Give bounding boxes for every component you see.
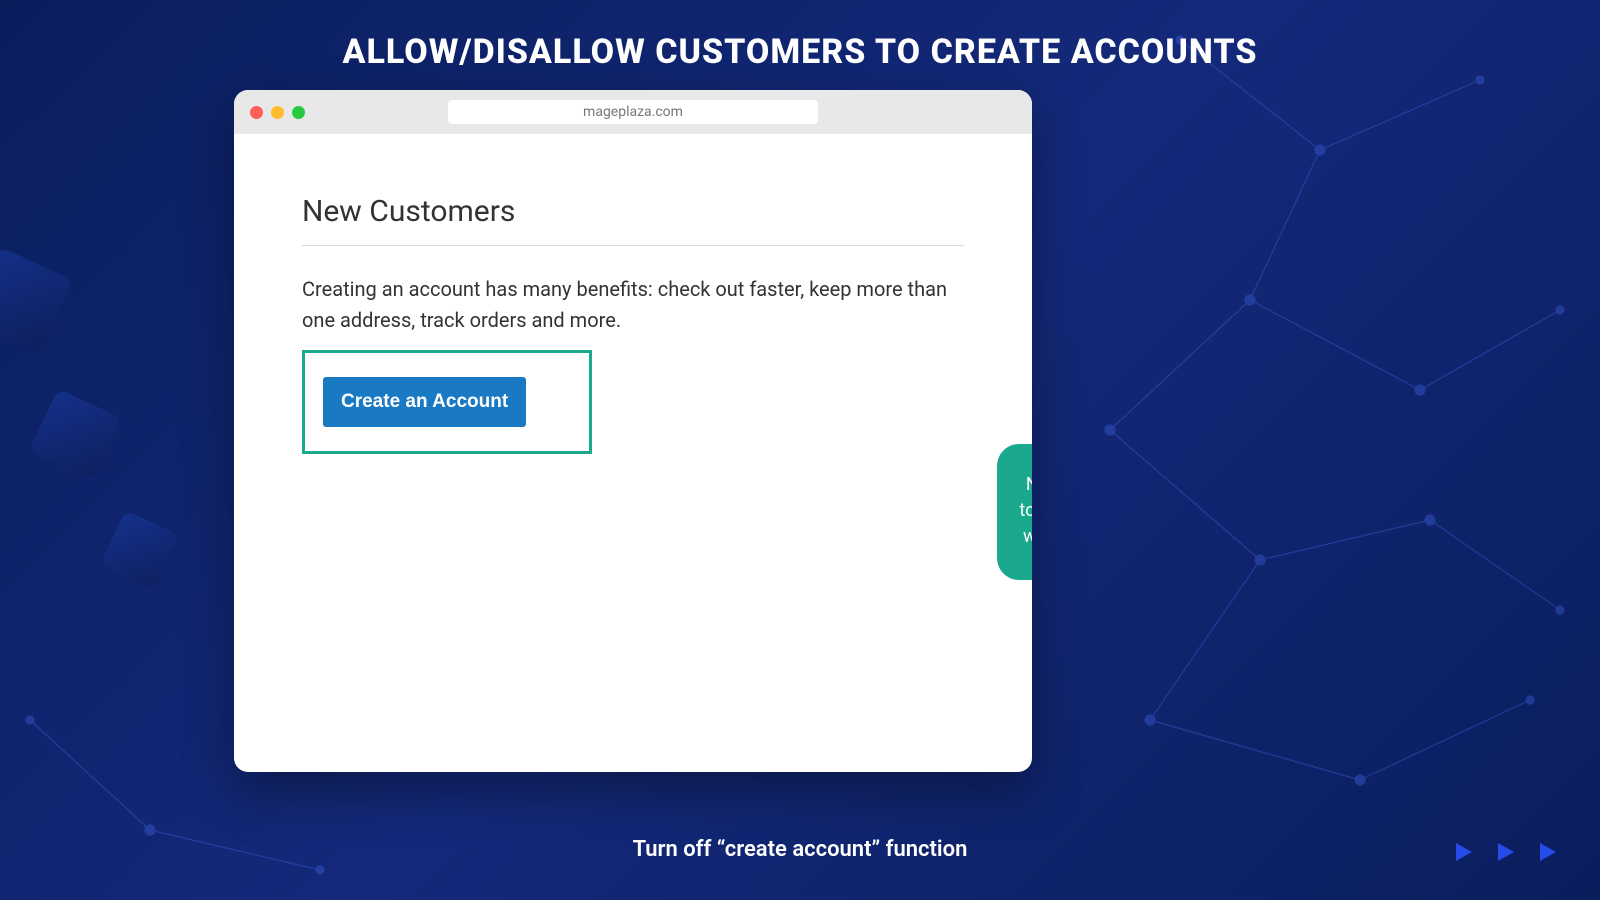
feature-highlight-box: Create an Account <box>302 350 592 454</box>
decorative-cube-icon <box>28 388 121 481</box>
marketing-slide: ALLOW/DISALLOW CUSTOMERS TO CREATE ACCOU… <box>0 0 1600 900</box>
minimize-icon[interactable] <box>271 106 284 119</box>
create-account-button[interactable]: Create an Account <box>323 377 526 427</box>
slide-headline: ALLOW/DISALLOW CUSTOMERS TO CREATE ACCOU… <box>0 32 1600 72</box>
page-title: New Customers <box>302 194 964 229</box>
maximize-icon[interactable] <box>292 106 305 119</box>
browser-titlebar: mageplaza.com <box>234 90 1032 134</box>
decorative-cube-icon <box>0 247 73 353</box>
page-description: Creating an account has many benefits: c… <box>302 274 964 336</box>
browser-window: mageplaza.com New Customers Creating an … <box>234 90 1032 772</box>
callout-tooltip: New visitors are required to register ac… <box>997 444 1032 580</box>
slide-caption: Turn off “create account” function <box>0 837 1600 862</box>
decorative-cube-icon <box>100 510 180 590</box>
address-bar[interactable]: mageplaza.com <box>448 100 818 124</box>
window-controls <box>250 106 305 119</box>
divider <box>302 245 964 246</box>
close-icon[interactable] <box>250 106 263 119</box>
page-content: New Customers Creating an account has ma… <box>234 134 1032 470</box>
